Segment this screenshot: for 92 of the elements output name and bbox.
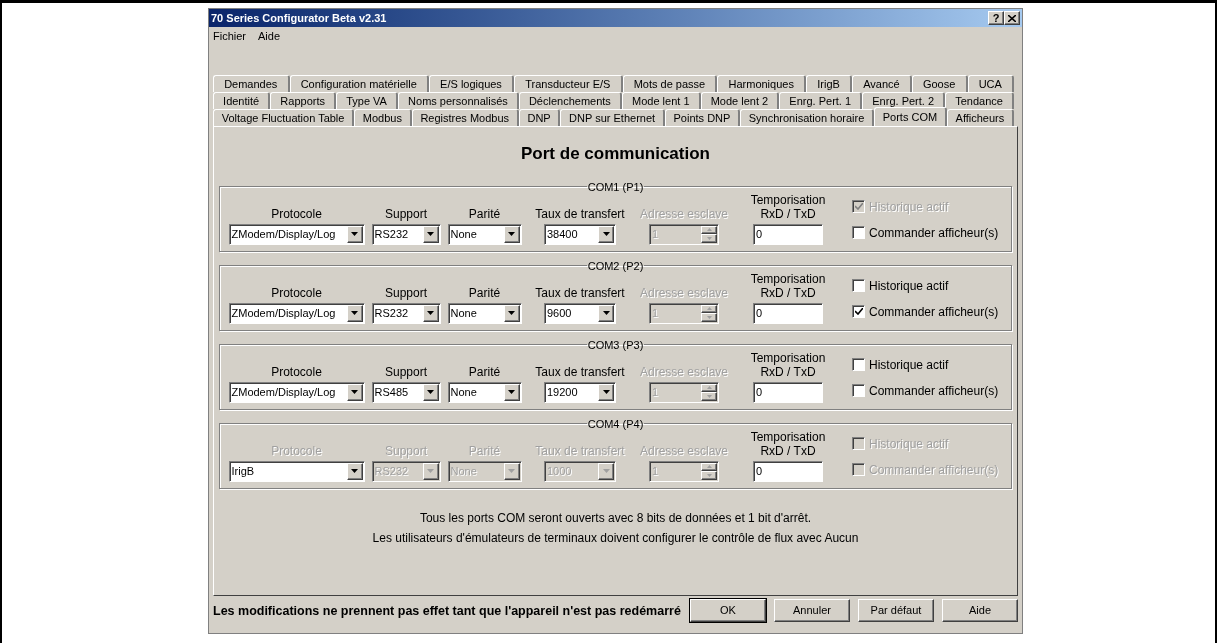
dialog-button[interactable]: OK xyxy=(690,599,766,622)
input-field[interactable]: 0 xyxy=(753,223,823,245)
tab[interactable]: Avancé xyxy=(852,75,912,92)
dropdown[interactable]: RS232 xyxy=(371,223,441,245)
field-label: Parité xyxy=(467,285,502,300)
field-label: Taux de transfert xyxy=(535,285,625,300)
group-title: COM4 (P4) xyxy=(586,417,645,430)
tab[interactable]: Tendance xyxy=(945,92,1015,109)
dropdown[interactable]: None xyxy=(447,381,522,403)
tab[interactable]: DNP sur Ethernet xyxy=(560,109,665,126)
field-label: Parité xyxy=(467,206,502,221)
tab[interactable]: UCA xyxy=(967,75,1015,92)
field-label: Taux de transfert xyxy=(535,364,625,379)
dialog-button[interactable]: Par défaut xyxy=(858,599,934,622)
field-label: Protocole xyxy=(270,285,323,300)
input-field[interactable]: 0 xyxy=(753,381,823,403)
tab[interactable]: Demandes xyxy=(213,75,290,92)
dropdown[interactable]: 19200 xyxy=(544,381,616,403)
field-label: Protocole xyxy=(270,206,323,221)
tab[interactable]: E/S logiques xyxy=(428,75,515,92)
tab[interactable]: Déclenchements xyxy=(518,92,622,109)
field-label: Support xyxy=(384,285,428,300)
group-title: COM1 (P1) xyxy=(586,180,645,193)
status-message: Les modifications ne prennent pas effet tant que l'appareil n'est pas redémarré xyxy=(213,603,682,618)
dropdown[interactable]: RS485 xyxy=(371,381,441,403)
close-icon xyxy=(1008,14,1016,22)
tab[interactable]: Goose xyxy=(911,75,968,92)
checkmark-icon xyxy=(854,308,863,315)
dropdown[interactable]: ZModem/Display/Log xyxy=(228,381,365,403)
tab[interactable]: Points DNP xyxy=(664,109,741,126)
field-label: Temporisation RxD / TxD xyxy=(749,350,827,379)
dropdown[interactable]: None xyxy=(447,223,522,245)
field-label: Protocole xyxy=(270,364,323,379)
dialog-button[interactable]: Aide xyxy=(942,599,1018,622)
tab[interactable]: Rapports xyxy=(270,92,337,109)
info-text: Tous les ports COM seront ouverts avec 8 bits de données et 1 bit d'arrêt. xyxy=(419,509,812,527)
dropdown[interactable]: RS232 xyxy=(371,302,441,324)
checkbox-label: Historique actif xyxy=(869,356,949,374)
dropdown[interactable]: 9600 xyxy=(544,302,616,324)
checkbox-label: Historique actif xyxy=(869,277,949,295)
group-title: COM3 (P3) xyxy=(586,338,645,351)
field-label: Parité xyxy=(467,364,502,379)
input-field[interactable]: 0 xyxy=(753,302,823,324)
tab[interactable]: Modbus xyxy=(354,109,412,126)
tab[interactable]: Ports COM xyxy=(874,107,947,126)
tab[interactable]: Afficheurs xyxy=(946,109,1014,126)
tab[interactable]: Registres Modbus xyxy=(411,109,519,126)
dropdown[interactable]: 38400 xyxy=(544,223,616,245)
checkbox[interactable] xyxy=(852,226,865,239)
group-title: COM2 (P2) xyxy=(586,259,645,272)
help-button[interactable]: ? xyxy=(988,11,1004,25)
field-label: Taux de transfert xyxy=(535,206,625,221)
checkbox[interactable] xyxy=(852,358,865,371)
panel-heading: Port de communication xyxy=(521,143,710,165)
checkbox-label: Commander afficheur(s) xyxy=(869,224,999,242)
field-label: Support xyxy=(384,364,428,379)
tab[interactable]: Configuration matérielle xyxy=(289,75,429,92)
tab[interactable]: Noms personnalisés xyxy=(398,92,519,109)
tab[interactable]: Harmoniques xyxy=(717,75,807,92)
input-field[interactable]: 0 xyxy=(753,460,823,482)
field-label: Support xyxy=(384,206,428,221)
tab[interactable]: Enrg. Pert. 2 xyxy=(862,92,946,109)
tab[interactable]: Enrg. Pert. 1 xyxy=(779,92,863,109)
checkmark-icon xyxy=(854,203,863,210)
dropdown[interactable]: ZModem/Display/Log xyxy=(228,223,365,245)
field-label: Temporisation RxD / TxD xyxy=(749,429,827,458)
dropdown[interactable]: None xyxy=(447,302,522,324)
dropdown[interactable]: IrigB xyxy=(228,460,365,482)
tab[interactable]: DNP xyxy=(518,109,561,126)
close-button[interactable] xyxy=(1004,11,1020,25)
checkbox[interactable] xyxy=(852,384,865,397)
tab[interactable]: Synchronisation horaire xyxy=(740,109,875,126)
menu-item[interactable]: Fichier xyxy=(213,27,246,45)
checkbox[interactable] xyxy=(852,279,865,292)
tab[interactable]: IrigB xyxy=(806,75,852,92)
tab[interactable]: Transducteur E/S xyxy=(514,75,623,92)
tab[interactable]: Identité xyxy=(213,92,271,109)
tab[interactable]: Mots de passe xyxy=(622,75,718,92)
field-label: Temporisation RxD / TxD xyxy=(749,271,827,300)
menu-item[interactable]: Aide xyxy=(258,27,281,45)
field-label: Temporisation RxD / TxD xyxy=(749,192,827,221)
tab[interactable]: Mode lent 2 xyxy=(700,92,780,109)
tab[interactable]: Type VA xyxy=(336,92,398,109)
dialog-button[interactable]: Annuler xyxy=(774,599,850,622)
tab[interactable]: Voltage Fluctuation Table xyxy=(213,109,355,126)
checkbox-label: Commander afficheur(s) xyxy=(869,303,999,321)
checkbox[interactable] xyxy=(852,305,865,318)
info-text: Les utilisateurs d'émulateurs de terminaux doivent configurer le contrôle de flux avec Aucun xyxy=(372,529,859,547)
tab[interactable]: Mode lent 1 xyxy=(621,92,701,109)
checkbox-label: Commander afficheur(s) xyxy=(869,382,999,400)
dropdown[interactable]: ZModem/Display/Log xyxy=(228,302,365,324)
window-title: 70 Series Configurator Beta v2.31 xyxy=(211,10,387,26)
